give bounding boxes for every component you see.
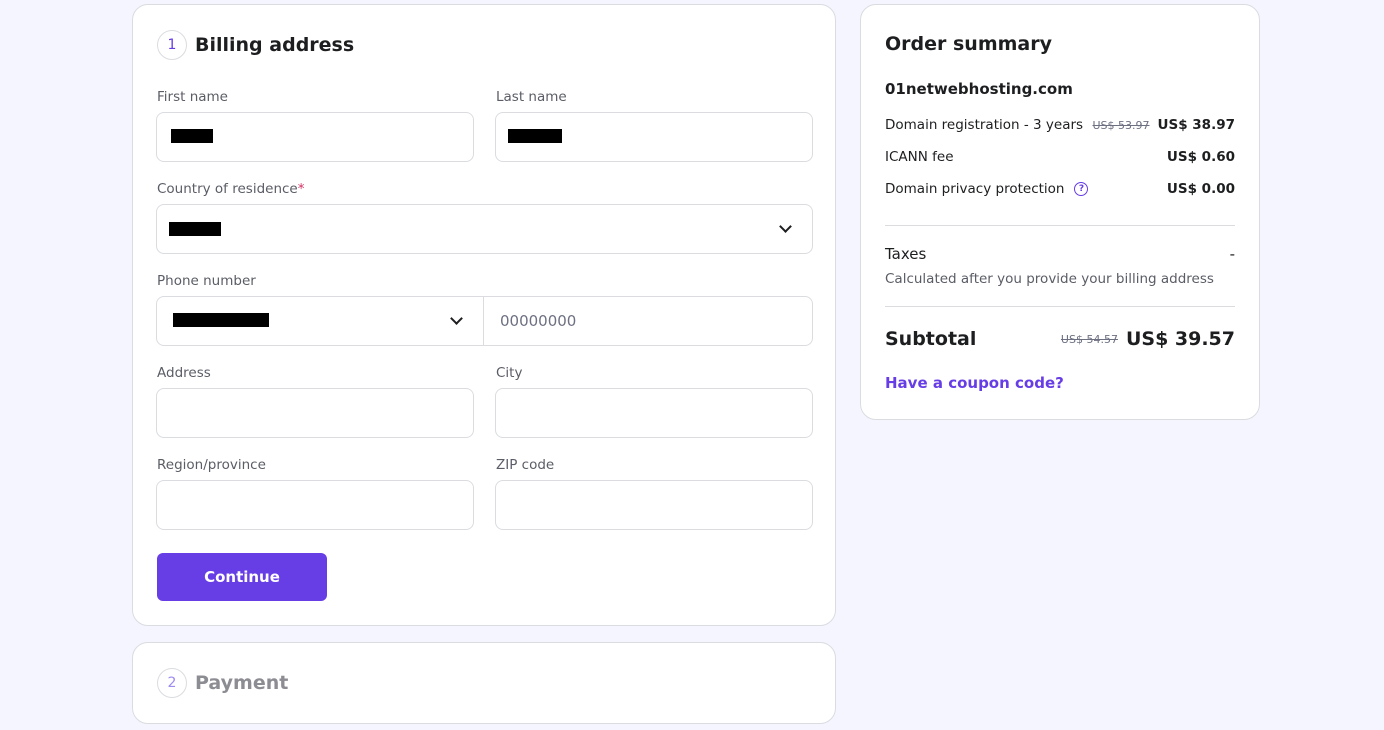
phone-number-input[interactable]: 00000000 (483, 296, 813, 346)
region-input[interactable] (156, 480, 474, 530)
billing-step-header: 1 Billing address (157, 30, 354, 60)
summary-line-item: ICANN fee US$ 0.60 (885, 147, 1235, 167)
taxes-value: - (1229, 245, 1235, 263)
question-icon[interactable]: ? (1074, 182, 1089, 196)
line-item-price: US$ 0.00 (1166, 181, 1235, 197)
continue-button[interactable]: Continue (157, 553, 327, 601)
last-name-input[interactable] (495, 112, 813, 162)
city-input[interactable] (495, 388, 813, 438)
step-number-badge: 1 (157, 30, 187, 60)
line-item-price: US$ 0.60 (1166, 149, 1235, 165)
redacted-value (508, 129, 562, 143)
line-item-label: Domain registration - 3 years (885, 117, 1084, 133)
last-name-label: Last name (496, 89, 567, 105)
line-item-price: US$ 38.97 (1157, 117, 1235, 133)
divider (885, 306, 1235, 307)
order-summary-title: Order summary (885, 33, 1053, 55)
billing-title: Billing address (195, 34, 355, 56)
summary-line-item: Domain registration - 3 years US$ 53.97 … (885, 115, 1235, 135)
country-label: Country of residence* (157, 181, 305, 197)
zip-input[interactable] (495, 480, 813, 530)
domain-name: 01netwebhosting.com (885, 80, 1073, 98)
summary-line-item: Domain privacy protection ? US$ 0.00 (885, 179, 1235, 199)
step-number-badge: 2 (157, 668, 187, 698)
subtotal-amount: US$ 54.57 US$ 39.57 (1061, 328, 1235, 350)
taxes-label: Taxes (885, 245, 927, 263)
coupon-code-link[interactable]: Have a coupon code? (885, 374, 1064, 392)
taxes-note: Calculated after you provide your billin… (885, 271, 1214, 287)
phone-placeholder: 00000000 (500, 312, 577, 330)
subtotal-old-price: US$ 54.57 (1060, 332, 1118, 346)
zip-label: ZIP code (496, 457, 555, 473)
first-name-label: First name (157, 89, 228, 105)
region-label: Region/province (157, 457, 266, 473)
chevron-down-icon (779, 220, 792, 233)
redacted-value (169, 222, 221, 236)
address-input[interactable] (156, 388, 474, 438)
divider (885, 225, 1235, 226)
payment-title: Payment (195, 672, 289, 694)
order-summary-card: Order summary 01netwebhosting.com Domain… (860, 4, 1260, 420)
subtotal-price: US$ 39.57 (1125, 328, 1235, 350)
line-item-label: Domain privacy protection (885, 181, 1065, 197)
redacted-value (173, 313, 269, 327)
phone-country-code-select[interactable] (156, 296, 484, 346)
subtotal-label: Subtotal (885, 328, 977, 350)
line-item-label-wrap: Domain privacy protection ? (885, 181, 1167, 197)
chevron-down-icon (450, 312, 463, 325)
address-label: Address (157, 365, 211, 381)
phone-label: Phone number (157, 273, 256, 289)
country-select[interactable] (156, 204, 813, 254)
city-label: City (496, 365, 523, 381)
required-marker: * (297, 181, 305, 197)
payment-step-header: 2 Payment (157, 668, 288, 698)
payment-card[interactable]: 2 Payment (132, 642, 836, 724)
redacted-value (171, 129, 213, 143)
first-name-input[interactable] (156, 112, 474, 162)
billing-address-card: 1 Billing address First name Last name C… (132, 4, 836, 626)
line-item-old-price: US$ 53.97 (1092, 118, 1150, 132)
line-item-label: ICANN fee (885, 149, 954, 165)
